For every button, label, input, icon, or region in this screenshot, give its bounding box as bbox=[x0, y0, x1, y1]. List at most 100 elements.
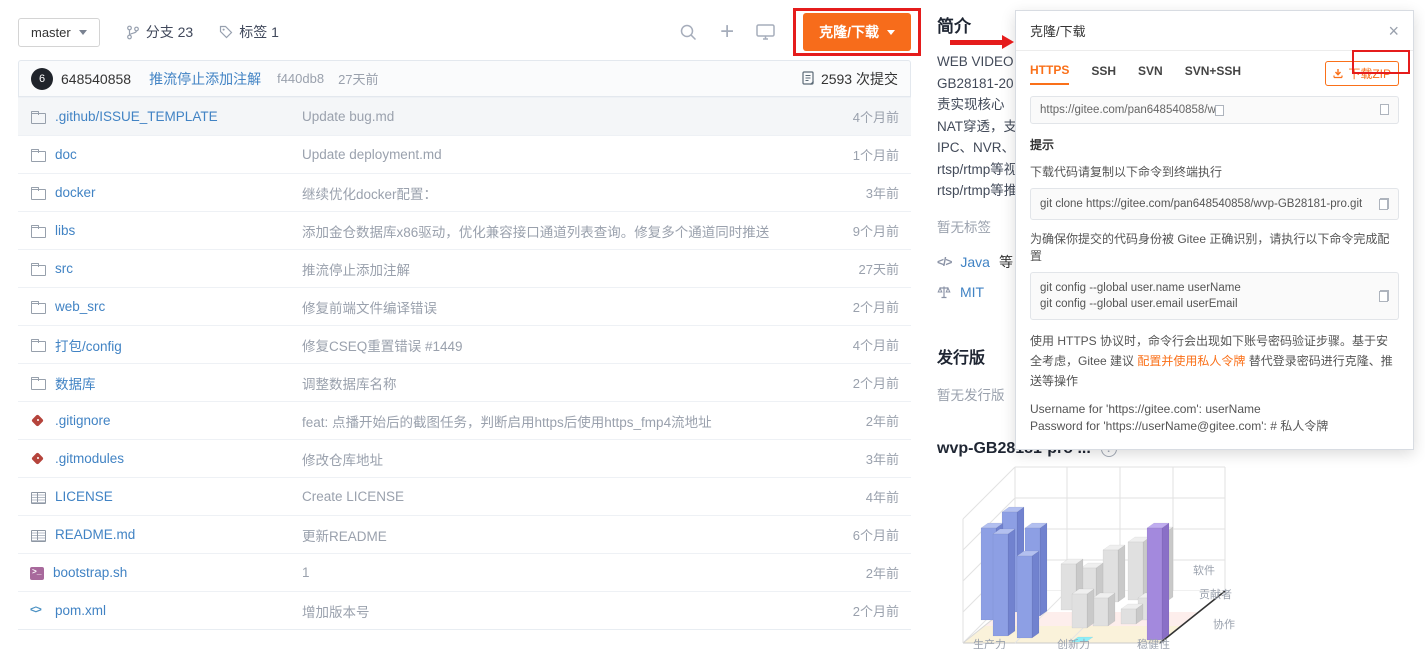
folder-icon bbox=[30, 148, 46, 162]
x-label-innovation: 创新力 bbox=[1057, 637, 1090, 649]
search-icon[interactable] bbox=[679, 23, 698, 42]
tab-ssh[interactable]: SSH bbox=[1091, 64, 1116, 84]
table-row[interactable]: web_src 修复前端文件编译错误 2个月前 bbox=[18, 287, 911, 325]
file-commit-message[interactable]: 增加版本号 bbox=[302, 601, 819, 621]
file-name-link[interactable]: LICENSE bbox=[55, 489, 113, 504]
copy-icon[interactable] bbox=[1379, 290, 1389, 302]
table-row[interactable]: src 推流停止添加注解 27天前 bbox=[18, 249, 911, 287]
file-name-link[interactable]: 打包/config bbox=[55, 335, 122, 355]
https-note: 使用 HTTPS 协议时，命令行会出现如下账号密码验证步骤。基于安全考虑，Git… bbox=[1030, 332, 1399, 391]
commits-count-link[interactable]: 2593 次提交 bbox=[802, 69, 898, 89]
file-name-link[interactable]: web_src bbox=[55, 299, 105, 314]
file-commit-message[interactable]: 修复前端文件编译错误 bbox=[302, 297, 819, 317]
tab-svn-ssh[interactable]: SVN+SSH bbox=[1185, 64, 1241, 84]
file-commit-message[interactable]: feat: 点播开始后的截图任务，判断启用https后使用https_fmp4流… bbox=[302, 411, 819, 431]
plus-icon[interactable]: + bbox=[720, 20, 734, 44]
commit-hash[interactable]: f440db8 bbox=[277, 71, 324, 86]
file-commit-message[interactable]: 调整数据库名称 bbox=[302, 373, 819, 393]
file-name-link[interactable]: docker bbox=[55, 185, 96, 200]
file-name-link[interactable]: 数据库 bbox=[55, 373, 96, 393]
tags-label: 标签 1 bbox=[239, 22, 279, 42]
file-commit-message[interactable]: 更新README bbox=[302, 525, 819, 545]
file-commit-message[interactable]: Create LICENSE bbox=[302, 489, 819, 504]
table-row[interactable]: bootstrap.sh 1 2年前 bbox=[18, 553, 911, 591]
file-name-link[interactable]: .github/ISSUE_TEMPLATE bbox=[55, 109, 218, 124]
avatar[interactable]: 6 bbox=[31, 68, 53, 90]
file-commit-message[interactable]: 修复CSEQ重置错误 #1449 bbox=[302, 335, 819, 355]
config-hint-text: 为确保你提交的代码身份被 Gitee 正确识别，请执行以下命令完成配置 bbox=[1030, 230, 1399, 264]
language-link[interactable]: Java bbox=[960, 254, 990, 270]
chevron-down-icon bbox=[887, 30, 895, 35]
file-name-link[interactable]: libs bbox=[55, 223, 75, 238]
file-table: .github/ISSUE_TEMPLATE Update bug.md 4个月… bbox=[18, 97, 911, 630]
folder-icon bbox=[30, 262, 46, 276]
commits-count-label: 2593 次提交 bbox=[821, 69, 898, 89]
license-link[interactable]: MIT bbox=[960, 284, 984, 300]
branches-link[interactable]: 分支 23 bbox=[126, 22, 193, 42]
download-zip-button[interactable]: 下载ZIP bbox=[1325, 61, 1399, 86]
table-row[interactable]: .github/ISSUE_TEMPLATE Update bug.md 4个月… bbox=[18, 97, 911, 135]
file-name-link[interactable]: doc bbox=[55, 147, 77, 162]
folder-icon bbox=[30, 224, 46, 238]
tab-https[interactable]: HTTPS bbox=[1030, 63, 1069, 85]
branch-selector[interactable]: master bbox=[18, 18, 100, 47]
file-commit-message[interactable]: 修改仓库地址 bbox=[302, 449, 819, 469]
table-row[interactable]: doc Update deployment.md 1个月前 bbox=[18, 135, 911, 173]
repo-toolbar: master 分支 23 标签 1 + bbox=[18, 12, 911, 52]
file-name-link[interactable]: bootstrap.sh bbox=[53, 565, 127, 580]
table-row[interactable]: 数据库 调整数据库名称 2个月前 bbox=[18, 363, 911, 401]
clone-command: git clone https://gitee.com/pan648540858… bbox=[1040, 196, 1379, 212]
file-name-link[interactable]: src bbox=[55, 261, 73, 276]
file-commit-message[interactable]: 添加金仓数据库x86驱动，优化兼容接口通道列表查询。修复多个通道同时推送 bbox=[302, 221, 819, 241]
tab-svn[interactable]: SVN bbox=[1138, 64, 1163, 84]
git-icon bbox=[30, 414, 46, 428]
copy-icon[interactable] bbox=[1215, 104, 1390, 116]
file-commit-message[interactable]: 继续优化docker配置： bbox=[302, 183, 819, 203]
book-icon bbox=[30, 490, 46, 504]
file-commit-message[interactable]: Update deployment.md bbox=[302, 147, 819, 162]
file-commit-time: 1个月前 bbox=[819, 145, 899, 164]
token-link[interactable]: 配置并使用私人令牌 bbox=[1137, 354, 1245, 368]
clone-hint-text: 下载代码请复制以下命令到终端执行 bbox=[1030, 163, 1399, 180]
copy-icon[interactable] bbox=[1379, 198, 1389, 210]
license-scale-icon bbox=[937, 285, 951, 299]
table-row[interactable]: libs 添加金仓数据库x86驱动，优化兼容接口通道列表查询。修复多个通道同时推… bbox=[18, 211, 911, 249]
branch-icon bbox=[126, 25, 140, 40]
file-commit-time: 3年前 bbox=[819, 183, 899, 202]
file-commit-time: 2年前 bbox=[819, 411, 899, 430]
monitor-icon[interactable] bbox=[756, 24, 775, 40]
table-row[interactable]: README.md 更新README 6个月前 bbox=[18, 515, 911, 553]
x-label-robustness: 稳健性 bbox=[1137, 637, 1170, 649]
commit-message-link[interactable]: 推流停止添加注解 bbox=[149, 69, 261, 89]
clone-download-dialog: 克隆/下载 × HTTPS SSH SVN SVN+SSH 下载ZIP http… bbox=[1015, 10, 1414, 450]
config-command-box: git config --global user.name userName g… bbox=[1030, 272, 1399, 320]
tags-link[interactable]: 标签 1 bbox=[219, 22, 279, 42]
file-name-link[interactable]: pom.xml bbox=[55, 603, 106, 618]
x-label-productivity: 生产力 bbox=[973, 637, 1006, 649]
file-commit-message[interactable]: 1 bbox=[302, 565, 819, 580]
clone-url-input[interactable]: https://gitee.com/pan648540858/wvp-GB281… bbox=[1030, 96, 1399, 124]
table-row[interactable]: LICENSE Create LICENSE 4年前 bbox=[18, 477, 911, 515]
file-commit-message[interactable]: 推流停止添加注解 bbox=[302, 259, 819, 279]
download-zip-label: 下载ZIP bbox=[1348, 65, 1391, 82]
file-name-link[interactable]: README.md bbox=[55, 527, 135, 542]
folder-icon bbox=[30, 300, 46, 314]
table-row[interactable]: .gitmodules 修改仓库地址 3年前 bbox=[18, 439, 911, 477]
table-row[interactable]: pom.xml 增加版本号 2个月前 bbox=[18, 591, 911, 629]
download-icon bbox=[1333, 69, 1343, 79]
commit-author[interactable]: 648540858 bbox=[61, 71, 131, 87]
table-row[interactable]: .gitignore feat: 点播开始后的截图任务，判断启用https后使用… bbox=[18, 401, 911, 439]
file-commit-time: 4个月前 bbox=[819, 107, 899, 126]
table-row[interactable]: 打包/config 修复CSEQ重置错误 #1449 4个月前 bbox=[18, 325, 911, 363]
branches-label: 分支 23 bbox=[146, 22, 193, 42]
clone-download-button[interactable]: 克隆/下载 bbox=[803, 13, 911, 51]
close-icon[interactable]: × bbox=[1388, 22, 1399, 40]
branch-selector-value: master bbox=[31, 25, 71, 40]
file-commit-time: 2个月前 bbox=[819, 297, 899, 316]
file-name-link[interactable]: .gitignore bbox=[55, 413, 111, 428]
table-row[interactable]: docker 继续优化docker配置： 3年前 bbox=[18, 173, 911, 211]
file-commit-message[interactable]: Update bug.md bbox=[302, 109, 819, 124]
commits-icon bbox=[802, 71, 815, 86]
file-commit-time: 27天前 bbox=[819, 259, 899, 278]
file-name-link[interactable]: .gitmodules bbox=[55, 451, 124, 466]
